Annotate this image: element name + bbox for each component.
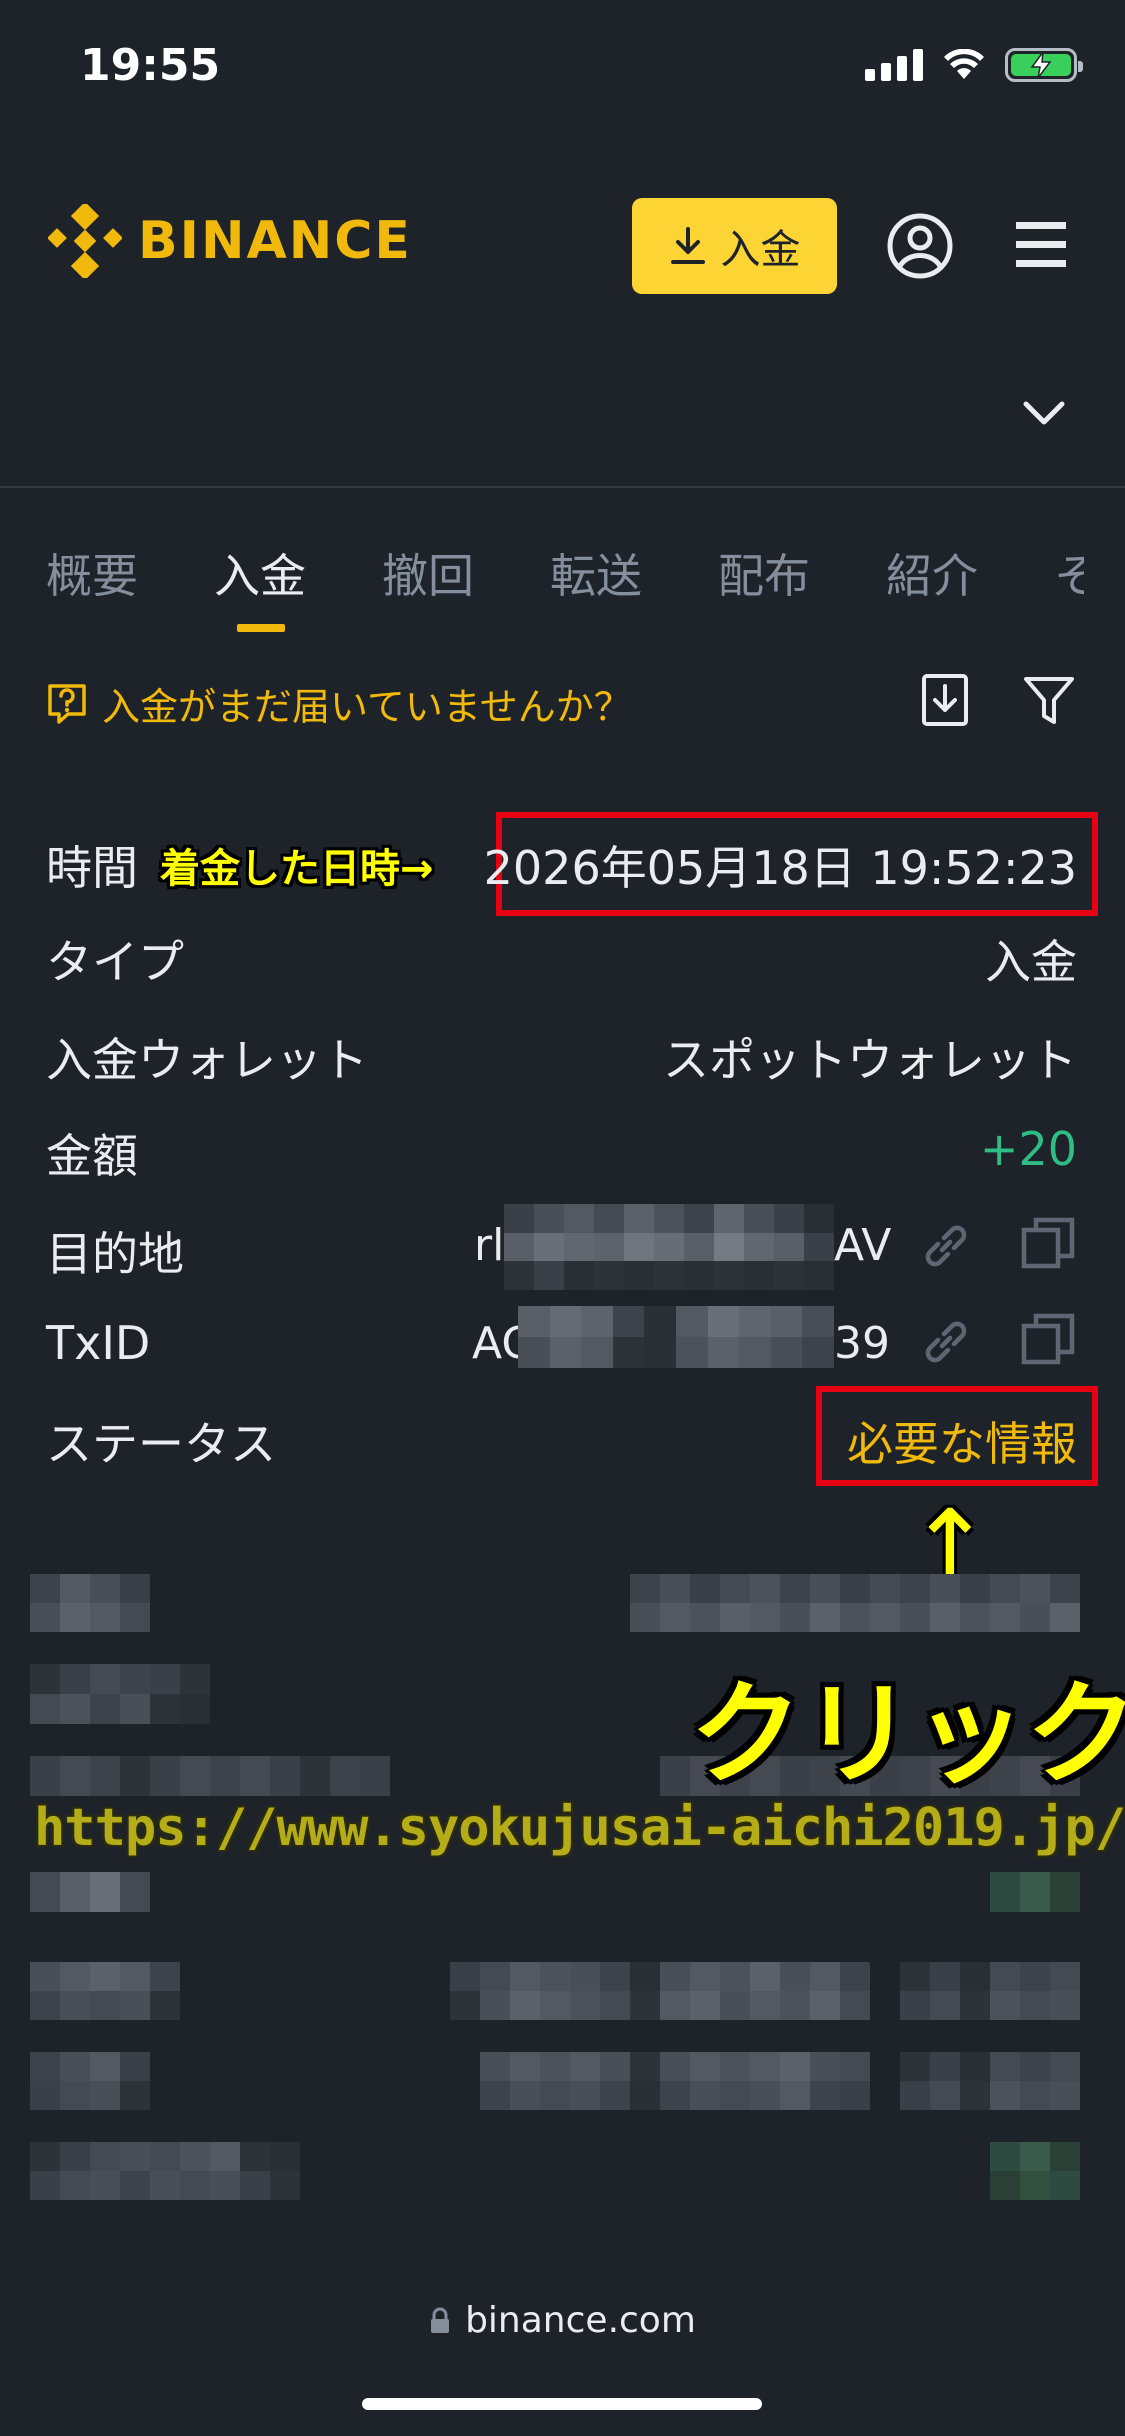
txid-mosaic [518, 1306, 834, 1368]
blurred-block [450, 1962, 870, 2020]
destination-label: 目的地 [46, 1227, 184, 1281]
download-file-icon[interactable] [920, 672, 970, 728]
active-tab-indicator [237, 624, 285, 632]
status-time: 19:55 [80, 40, 221, 91]
destination-suffix: AV [834, 1220, 892, 1271]
account-icon[interactable] [886, 212, 954, 280]
tab-referral[interactable]: 紹介 [886, 540, 1054, 606]
type-label: タイプ [46, 935, 184, 989]
blurred-block [30, 2142, 300, 2200]
tab-deposit-label: 入金 [214, 549, 306, 603]
lock-icon [431, 2307, 450, 2333]
txid-suffix: 39 [834, 1318, 890, 1369]
tab-distribution[interactable]: 配布 [718, 540, 886, 606]
blurred-block [900, 1962, 1080, 2020]
amount-label: 金額 [46, 1129, 138, 1183]
tab-transfer[interactable]: 転送 [550, 540, 718, 606]
destination-mosaic [504, 1204, 834, 1290]
blurred-block [30, 1664, 210, 1724]
click-annotation: クリック [690, 1670, 1125, 1800]
blurred-block [30, 1872, 150, 1912]
wallet-value: スポットウォレット [663, 1033, 1077, 1087]
destination-copy-icon[interactable] [1020, 1216, 1076, 1272]
browser-url-text: binance.com [465, 2300, 696, 2341]
binance-logo-icon [48, 204, 122, 278]
time-value: 2026年05月18日 19:52:23 [483, 841, 1077, 895]
notice-text: 入金がまだ届いていませんか？ [102, 685, 632, 729]
logo-text: BINANCE [138, 211, 412, 271]
blurred-block [480, 2052, 870, 2110]
blurred-block [30, 1574, 150, 1632]
amount-value: +20 [979, 1122, 1077, 1176]
chevron-down-icon[interactable] [1022, 398, 1066, 428]
blurred-block [630, 1574, 1080, 1632]
download-arrow-icon [670, 227, 705, 264]
blurred-block [990, 2142, 1080, 2200]
tab-deposit[interactable]: 入金 [214, 540, 382, 632]
blurred-block [990, 1872, 1080, 1912]
deposit-button[interactable]: 入金 [632, 198, 837, 294]
blurred-block [30, 1756, 390, 1796]
blurred-block [30, 2052, 150, 2110]
tab-bar: 概要 入金 撤回 転送 配布 紹介 そ [46, 540, 1084, 632]
destination-prefix: rl [474, 1220, 505, 1271]
battery-charging-icon [1005, 48, 1083, 82]
status-value-required-info[interactable]: 必要な情報 [847, 1408, 1077, 1474]
wifi-icon [944, 49, 984, 79]
deposit-not-arrived-link[interactable]: 入金がまだ届いていませんか？ [46, 676, 632, 731]
wallet-label: 入金ウォレット [46, 1033, 368, 1087]
txid-link-icon[interactable] [918, 1314, 974, 1370]
cellular-signal-icon [865, 49, 923, 81]
type-value: 入金 [985, 935, 1077, 989]
tab-withdraw[interactable]: 撤回 [382, 540, 550, 606]
browser-url-bar[interactable]: binance.com [0, 2300, 1125, 2341]
filter-icon[interactable] [1022, 674, 1076, 728]
home-indicator[interactable] [362, 2398, 762, 2410]
status-icons [865, 48, 1083, 82]
deposit-button-label: 入金 [720, 228, 801, 272]
tab-overview[interactable]: 概要 [46, 540, 214, 606]
status-label: ステータス [46, 1417, 276, 1471]
binance-logo[interactable]: BINANCE [48, 204, 412, 278]
hamburger-menu-icon[interactable] [1014, 218, 1068, 272]
watermark-url: https://www.syokujusai-aichi2019.jp/ [34, 1798, 1125, 1858]
txid-copy-icon[interactable] [1020, 1312, 1076, 1368]
blurred-block [30, 1962, 180, 2020]
header-divider [0, 486, 1125, 488]
tab-other[interactable]: そ [1054, 540, 1084, 606]
destination-link-icon[interactable] [918, 1218, 974, 1274]
txid-label: TxID [46, 1316, 151, 1370]
arrival-time-annotation: 着金した日時→ [160, 846, 434, 892]
time-label: 時間 [46, 841, 138, 895]
blurred-block [900, 2052, 1080, 2110]
question-help-icon [48, 683, 86, 724]
